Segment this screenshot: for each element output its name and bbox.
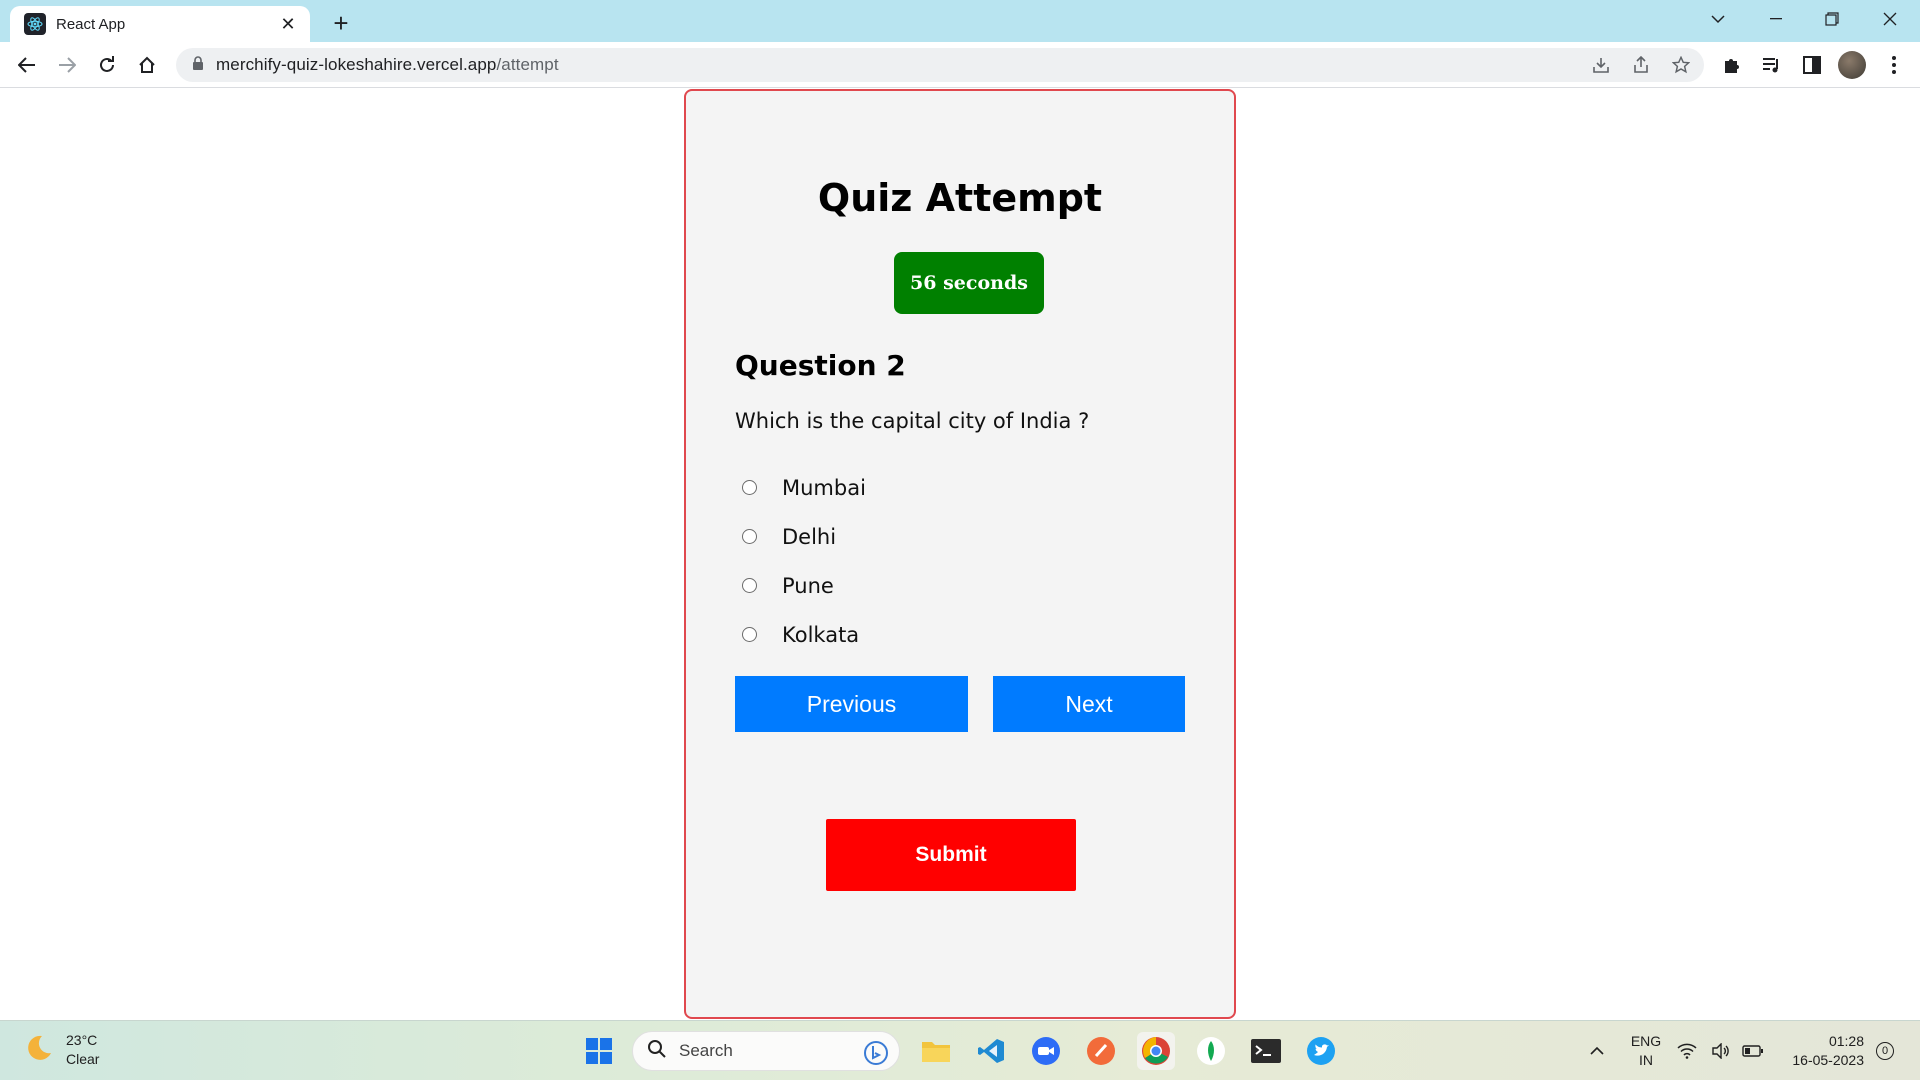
- media-playlist-icon[interactable]: [1758, 51, 1786, 79]
- zoom-icon[interactable]: [1027, 1032, 1065, 1070]
- radio-button[interactable]: [742, 627, 757, 642]
- reload-icon[interactable]: [91, 49, 123, 81]
- radio-button[interactable]: [742, 529, 757, 544]
- moon-icon: [24, 1033, 54, 1068]
- url-text[interactable]: merchify-quiz-lokeshahire.vercel.app/att…: [216, 55, 559, 75]
- option-mumbai[interactable]: Mumbai: [742, 463, 866, 512]
- tab-title: React App: [56, 15, 126, 33]
- lock-icon[interactable]: [192, 55, 204, 75]
- share-icon[interactable]: [1628, 53, 1654, 77]
- postman-icon[interactable]: [1082, 1032, 1120, 1070]
- search-label: Search: [679, 1041, 733, 1060]
- browser-tabbar: React App ✕ +: [0, 0, 1920, 42]
- bing-icon[interactable]: [863, 1040, 889, 1071]
- battery-icon[interactable]: [1740, 1032, 1766, 1070]
- react-icon: [24, 13, 46, 35]
- menu-kebab-icon[interactable]: [1880, 51, 1908, 79]
- page-title: Quiz Attempt: [817, 176, 1103, 220]
- bookmark-star-icon[interactable]: [1668, 53, 1694, 77]
- file-explorer-icon[interactable]: [917, 1032, 955, 1070]
- previous-button[interactable]: Previous: [735, 676, 968, 732]
- option-label: Delhi: [782, 524, 837, 549]
- back-arrow-icon[interactable]: [11, 49, 43, 81]
- option-label: Kolkata: [782, 622, 860, 647]
- home-icon[interactable]: [131, 49, 163, 81]
- twitter-icon[interactable]: [1302, 1032, 1340, 1070]
- profile-avatar[interactable]: [1838, 51, 1866, 79]
- option-pune[interactable]: Pune: [742, 561, 866, 610]
- mongodb-compass-icon[interactable]: [1192, 1032, 1230, 1070]
- answer-options: Mumbai Delhi Pune Kolkata: [742, 463, 866, 659]
- windows-taskbar: 23°C Clear Search ENG IN 01:28 16-05-202…: [0, 1020, 1920, 1080]
- tab-close-icon[interactable]: ✕: [278, 14, 298, 35]
- submit-button[interactable]: Submit: [826, 819, 1076, 891]
- temperature: 23°C: [66, 1032, 98, 1048]
- side-panel-icon[interactable]: [1798, 51, 1826, 79]
- browser-tab[interactable]: React App ✕: [10, 6, 310, 42]
- wifi-icon[interactable]: [1674, 1032, 1700, 1070]
- windows-start-icon[interactable]: [580, 1032, 618, 1070]
- quiz-card: Quiz Attempt 56 seconds Question 2 Which…: [684, 89, 1236, 1019]
- option-label: Pune: [782, 573, 834, 598]
- vscode-icon[interactable]: [972, 1032, 1010, 1070]
- address-bar[interactable]: merchify-quiz-lokeshahire.vercel.app/att…: [176, 48, 1704, 82]
- question-heading: Question 2: [735, 349, 906, 382]
- extensions-puzzle-icon[interactable]: [1718, 51, 1746, 79]
- chrome-icon[interactable]: [1137, 1032, 1175, 1070]
- restore-icon[interactable]: [1804, 0, 1860, 38]
- question-text: Which is the capital city of India ?: [735, 409, 1090, 433]
- taskbar-search[interactable]: Search: [632, 1031, 900, 1071]
- forward-arrow-icon[interactable]: [51, 49, 83, 81]
- terminal-icon[interactable]: [1247, 1032, 1285, 1070]
- notification-count: 0: [1876, 1042, 1894, 1060]
- clock-time: 01:28: [1828, 1033, 1864, 1049]
- volume-icon[interactable]: [1708, 1032, 1734, 1070]
- tab-search-chevron-icon[interactable]: [1690, 0, 1746, 38]
- radio-button[interactable]: [742, 578, 757, 593]
- weather-widget[interactable]: 23°C Clear: [24, 1031, 99, 1069]
- option-kolkata[interactable]: Kolkata: [742, 610, 866, 659]
- weather-condition: Clear: [66, 1051, 100, 1067]
- option-label: Mumbai: [782, 475, 866, 500]
- install-app-icon[interactable]: [1588, 53, 1614, 77]
- clock-date: 16-05-2023: [1792, 1052, 1864, 1068]
- new-tab-icon[interactable]: +: [326, 8, 356, 38]
- clock[interactable]: 01:28 16-05-2023: [1778, 1032, 1864, 1070]
- timer-badge: 56 seconds: [894, 252, 1044, 314]
- close-window-icon[interactable]: [1862, 0, 1918, 38]
- option-delhi[interactable]: Delhi: [742, 512, 866, 561]
- language-indicator[interactable]: ENG IN: [1628, 1032, 1664, 1070]
- minimize-icon[interactable]: [1748, 0, 1804, 38]
- chevron-up-icon[interactable]: [1578, 1032, 1616, 1070]
- search-icon: [647, 1039, 667, 1064]
- notification-badge[interactable]: 0: [1874, 1032, 1896, 1070]
- next-button[interactable]: Next: [993, 676, 1185, 732]
- browser-toolbar: merchify-quiz-lokeshahire.vercel.app/att…: [0, 42, 1920, 88]
- radio-button[interactable]: [742, 480, 757, 495]
